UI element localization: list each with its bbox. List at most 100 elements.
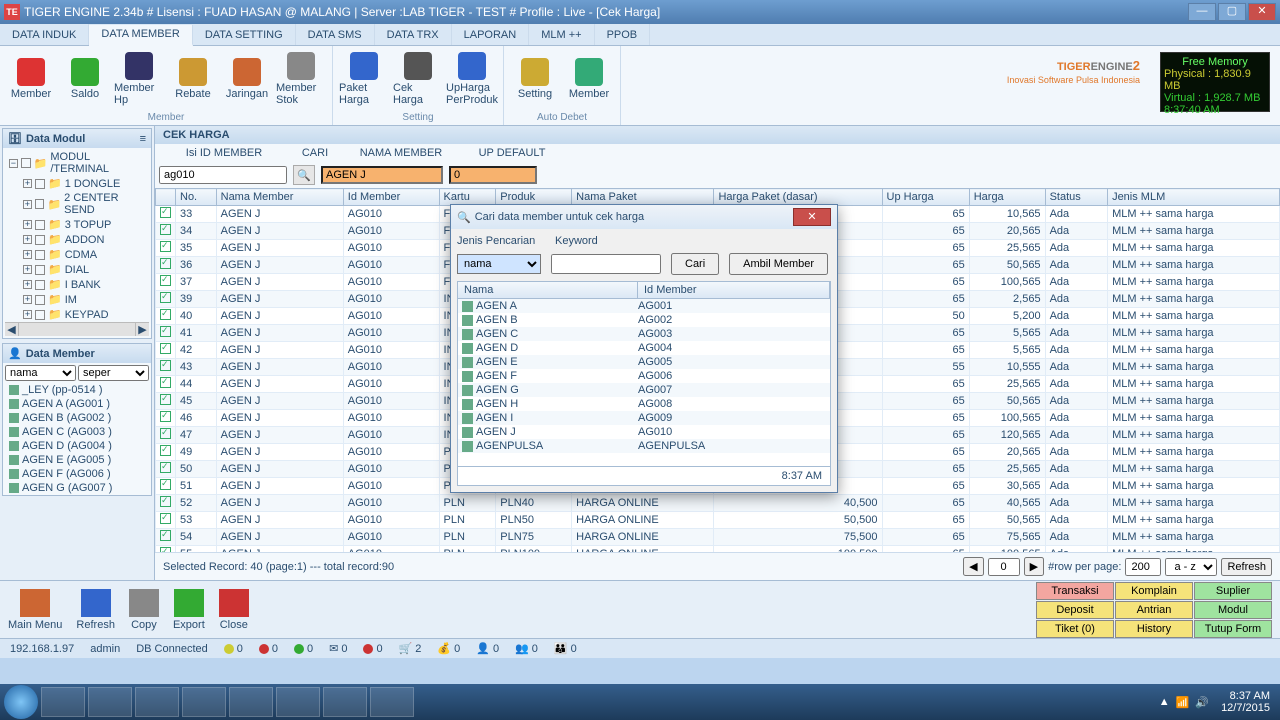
tree-root[interactable]: −📁 MODUL /TERMINAL <box>5 150 149 176</box>
tag-antrian[interactable]: Antrian <box>1115 601 1193 619</box>
ribbon-paket-harga[interactable]: Paket Harga <box>339 48 389 110</box>
page-input[interactable] <box>988 558 1020 576</box>
member-list-item[interactable]: AGEN G (AG007 ) <box>3 481 151 495</box>
table-row[interactable]: 53AGEN JAG010PLNPLN50HARGA ONLINE50,5006… <box>156 512 1280 529</box>
tray-network-icon[interactable]: 📶 <box>1176 696 1190 709</box>
member-filter-op[interactable]: seper <box>78 365 149 381</box>
tree-node[interactable]: +📁 I BANK <box>5 277 149 292</box>
member-list[interactable]: _LEY (pp-0514 )AGEN A (AG001 )AGEN B (AG… <box>3 383 151 495</box>
tree-node[interactable]: +📁 IM <box>5 292 149 307</box>
nama-member-input[interactable] <box>321 166 443 184</box>
dialog-list-row[interactable]: AGEN DAG004 <box>458 341 830 355</box>
ribbon-upharga-perproduk[interactable]: UpHarga PerProduk <box>447 48 497 110</box>
bottom-refresh[interactable]: Refresh <box>76 589 115 631</box>
system-tray[interactable]: ▲ 📶 🔊 8:37 AM12/7/2015 <box>1159 690 1276 714</box>
dialog-list-row[interactable]: AGEN JAG010 <box>458 425 830 439</box>
menu-data-member[interactable]: DATA MEMBER <box>89 25 192 46</box>
taskbar-tiger[interactable] <box>276 687 320 717</box>
menu-data-induk[interactable]: DATA INDUK <box>0 24 89 45</box>
start-button[interactable] <box>4 685 38 719</box>
taskbar-explorer[interactable] <box>41 687 85 717</box>
member-list-item[interactable]: AGEN E (AG005 ) <box>3 453 151 467</box>
ribbon-member[interactable]: Member <box>6 48 56 110</box>
menu-mlm-++[interactable]: MLM ++ <box>529 24 594 45</box>
dialog-list-row[interactable]: AGEN IAG009 <box>458 411 830 425</box>
rows-input[interactable] <box>1125 558 1161 576</box>
member-list-item[interactable]: AGEN F (AG006 ) <box>3 467 151 481</box>
keyword-input[interactable] <box>551 254 661 274</box>
dialog-list-row[interactable]: AGEN EAG005 <box>458 355 830 369</box>
taskbar-notepad[interactable] <box>135 687 179 717</box>
tree-node[interactable]: +📁 1 DONGLE <box>5 176 149 191</box>
member-list-item[interactable]: _LEY (pp-0514 ) <box>3 383 151 397</box>
search-button[interactable]: 🔍 <box>293 165 315 185</box>
taskbar-chrome[interactable] <box>88 687 132 717</box>
dialog-list-row[interactable]: AGEN HAG008 <box>458 397 830 411</box>
menu-ppob[interactable]: PPOB <box>595 24 651 45</box>
ribbon-member-stok[interactable]: Member Stok <box>276 48 326 110</box>
maximize-button[interactable]: ▢ <box>1218 3 1246 21</box>
tray-sound-icon[interactable]: 🔊 <box>1195 696 1209 709</box>
tag-modul[interactable]: Modul <box>1194 601 1272 619</box>
menu-laporan[interactable]: LAPORAN <box>452 24 530 45</box>
member-list-item[interactable]: AGEN D (AG004 ) <box>3 439 151 453</box>
tag-deposit[interactable]: Deposit <box>1036 601 1114 619</box>
tree-node[interactable]: +📁 KEYPAD <box>5 307 149 322</box>
tray-flag-icon[interactable]: ▲ <box>1159 696 1170 708</box>
modul-tree[interactable]: −📁 MODUL /TERMINAL+📁 1 DONGLE+📁 2 CENTER… <box>3 148 151 338</box>
menu-data-setting[interactable]: DATA SETTING <box>193 24 296 45</box>
tag-tutup-form[interactable]: Tutup Form <box>1194 620 1272 638</box>
tree-node[interactable]: +📁 ADDON <box>5 232 149 247</box>
ribbon-setting[interactable]: Setting <box>510 48 560 110</box>
ribbon-jaringan[interactable]: Jaringan <box>222 48 272 110</box>
minimize-button[interactable]: — <box>1188 3 1216 21</box>
id-member-input[interactable] <box>159 166 287 184</box>
bottom-copy[interactable]: Copy <box>129 589 159 631</box>
member-list-item[interactable]: AGEN C (AG003 ) <box>3 425 151 439</box>
bottom-main-menu[interactable]: Main Menu <box>8 589 62 631</box>
tree-node[interactable]: +📁 2 CENTER SEND <box>5 191 149 217</box>
bottom-export[interactable]: Export <box>173 589 205 631</box>
dialog-list-row[interactable]: AGEN CAG003 <box>458 327 830 341</box>
taskbar-app2[interactable] <box>323 687 367 717</box>
clock[interactable]: 8:37 AM12/7/2015 <box>1215 690 1276 714</box>
tag-suplier[interactable]: Suplier <box>1194 582 1272 600</box>
dialog-list-row[interactable]: AGEN GAG007 <box>458 383 830 397</box>
dialog-ambil-button[interactable]: Ambil Member <box>729 253 828 275</box>
dialog-list-row[interactable]: AGENPULSAAGENPULSA <box>458 439 830 453</box>
dialog-cari-button[interactable]: Cari <box>671 253 719 275</box>
table-row[interactable]: 52AGEN JAG010PLNPLN40HARGA ONLINE40,5006… <box>156 495 1280 512</box>
dialog-list-row[interactable]: AGEN FAG006 <box>458 369 830 383</box>
page-prev[interactable]: ◀ <box>963 557 983 576</box>
tree-node[interactable]: +📁 CDMA <box>5 247 149 262</box>
ribbon-member-hp[interactable]: Member Hp <box>114 48 164 110</box>
list-icon[interactable]: ≡ <box>140 133 146 145</box>
up-default-input[interactable] <box>449 166 537 184</box>
tag-komplain[interactable]: Komplain <box>1115 582 1193 600</box>
ribbon-cek-harga[interactable]: Cek Harga <box>393 48 443 110</box>
taskbar-app1[interactable] <box>182 687 226 717</box>
tag-history[interactable]: History <box>1115 620 1193 638</box>
sort-select[interactable]: a - z <box>1165 558 1217 576</box>
dialog-list-row[interactable]: AGEN AAG001 <box>458 299 830 313</box>
taskbar-cmd[interactable] <box>370 687 414 717</box>
close-button[interactable]: ✕ <box>1248 3 1276 21</box>
bottom-close[interactable]: Close <box>219 589 249 631</box>
page-next[interactable]: ▶ <box>1024 557 1044 576</box>
menu-data-trx[interactable]: DATA TRX <box>375 24 452 45</box>
tag-transaksi[interactable]: Transaksi <box>1036 582 1114 600</box>
dialog-list-row[interactable]: AGEN BAG002 <box>458 313 830 327</box>
refresh-button[interactable]: Refresh <box>1221 558 1272 576</box>
ribbon-saldo[interactable]: Saldo <box>60 48 110 110</box>
ribbon-rebate[interactable]: Rebate <box>168 48 218 110</box>
member-list-item[interactable]: AGEN A (AG001 ) <box>3 397 151 411</box>
tree-node[interactable]: +📁 3 TOPUP <box>5 217 149 232</box>
member-filter-field[interactable]: nama <box>5 365 76 381</box>
jenis-select[interactable]: nama <box>457 254 541 274</box>
dialog-member-list[interactable]: AGEN AAG001AGEN BAG002AGEN CAG003AGEN DA… <box>457 299 831 467</box>
table-row[interactable]: 54AGEN JAG010PLNPLN75HARGA ONLINE75,5006… <box>156 529 1280 546</box>
taskbar-excel[interactable] <box>229 687 273 717</box>
tree-node[interactable]: +📁 DIAL <box>5 262 149 277</box>
table-row[interactable]: 55AGEN JAG010PLNPLN100HARGA ONLINE100,50… <box>156 546 1280 553</box>
dialog-close-button[interactable]: ✕ <box>793 208 831 226</box>
